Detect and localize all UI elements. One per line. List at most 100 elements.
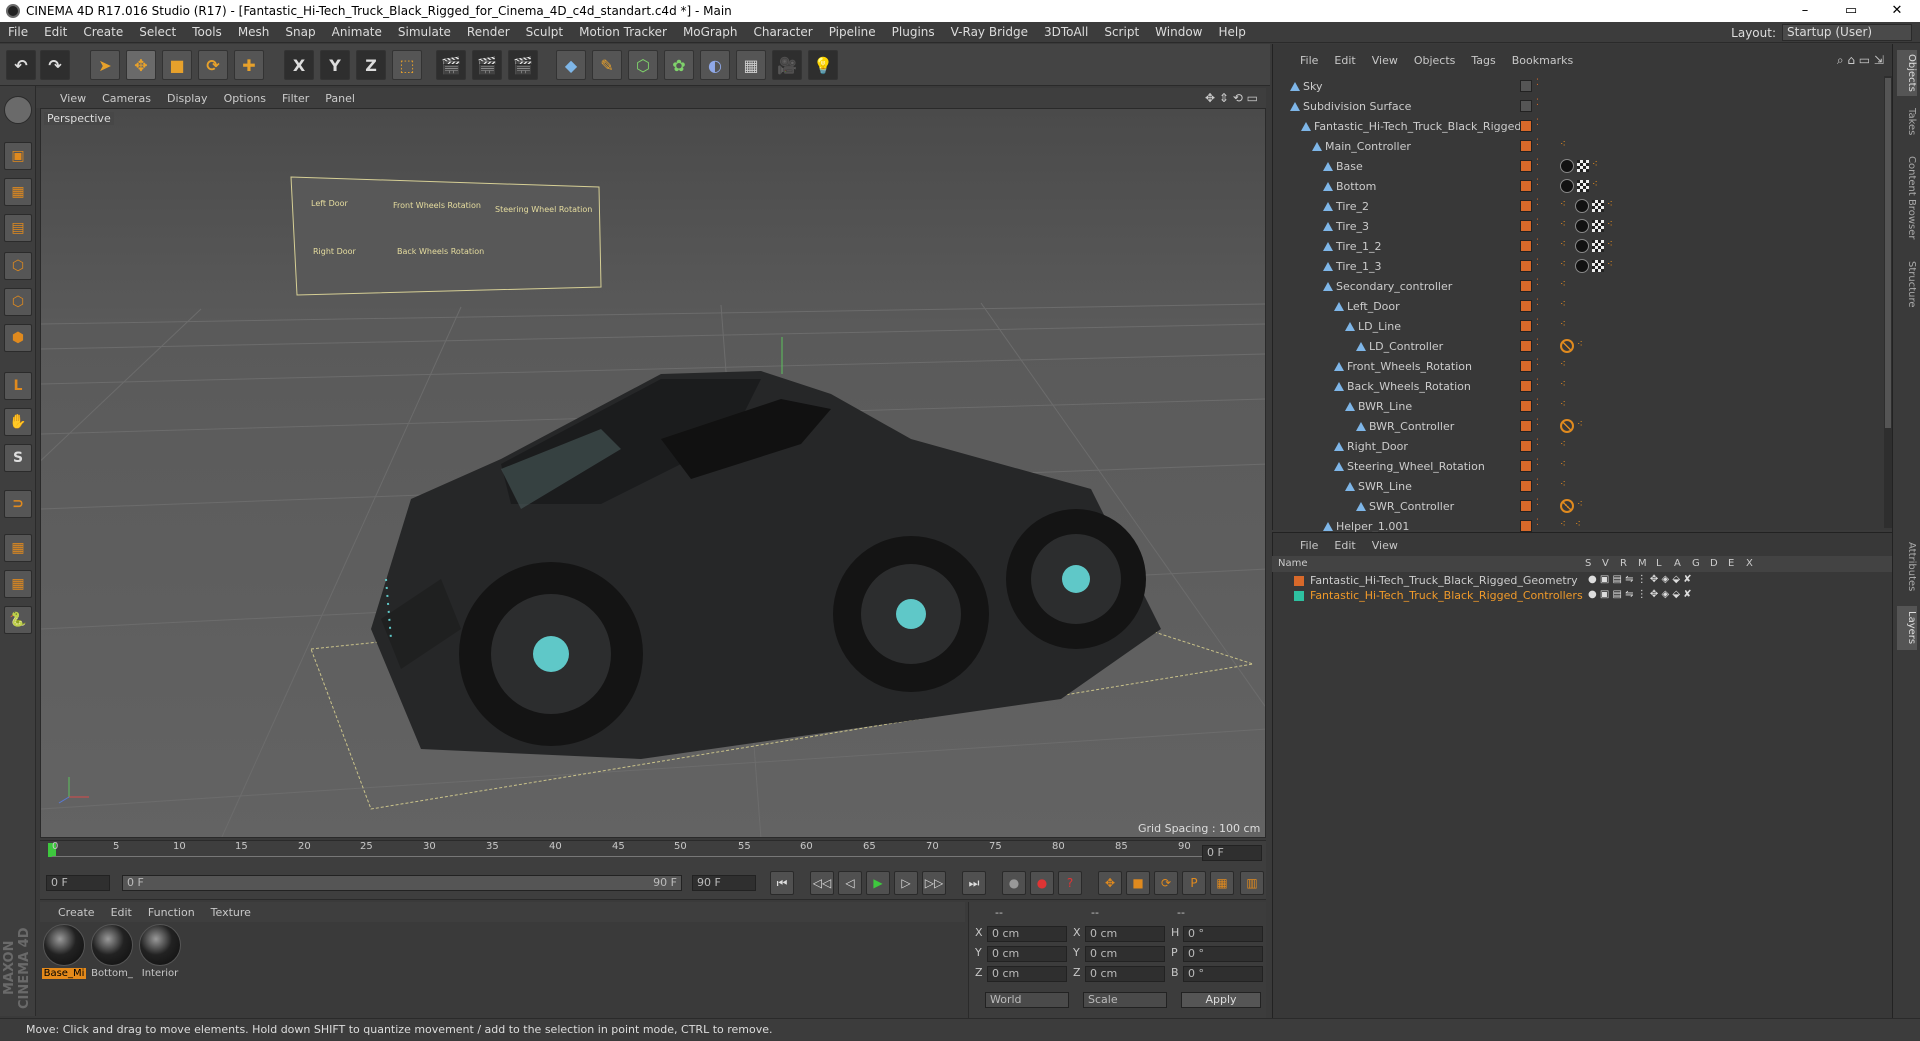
- visibility-dots-icon[interactable]: ⁚: [1536, 139, 1540, 152]
- visibility-dots-icon[interactable]: ⁚: [1536, 279, 1540, 292]
- deformer-icon[interactable]: ◐: [700, 50, 730, 80]
- menu-script[interactable]: Script: [1096, 25, 1147, 39]
- menu-character[interactable]: Character: [745, 25, 820, 39]
- objects-menu-edit[interactable]: Edit: [1326, 54, 1363, 67]
- menu-motion-tracker[interactable]: Motion Tracker: [571, 25, 675, 39]
- pen-spline-icon[interactable]: ✎: [592, 50, 622, 80]
- layer-color-tag[interactable]: [1520, 380, 1532, 392]
- texture-tag-icon[interactable]: [1592, 240, 1604, 252]
- protection-tag-icon[interactable]: ⁖: [1560, 480, 1572, 490]
- material-menu-create[interactable]: Create: [40, 906, 103, 919]
- menu-plugins[interactable]: Plugins: [884, 25, 943, 39]
- menu-snap[interactable]: Snap: [277, 25, 323, 39]
- key-pla-icon[interactable]: ▦: [1210, 871, 1234, 895]
- mograph-cloner-icon[interactable]: ✿: [664, 50, 694, 80]
- menu-help[interactable]: Help: [1210, 25, 1253, 39]
- protection-tag-icon[interactable]: ⁖: [1577, 500, 1589, 510]
- protection-tag-icon[interactable]: ⁖: [1560, 380, 1572, 390]
- layer-row[interactable]: Fantastic_Hi-Tech_Truck_Black_Rigged_Con…: [1272, 589, 1892, 604]
- object-row[interactable]: LD_Controller ⁚ ⁖: [1272, 336, 1884, 356]
- visibility-dots-icon[interactable]: ⁚: [1536, 299, 1540, 312]
- apply-button[interactable]: Apply: [1181, 992, 1261, 1008]
- menu-sculpt[interactable]: Sculpt: [518, 25, 571, 39]
- object-row[interactable]: Tire_1_3 ⁚ ⁖ ⁖: [1272, 256, 1884, 276]
- edges-mode-icon[interactable]: ⬡: [4, 288, 32, 316]
- object-row[interactable]: BWR_Line ⁚ ⁖: [1272, 396, 1884, 416]
- visibility-dots-icon[interactable]: ⁚: [1536, 259, 1540, 272]
- objects-menu-bookmarks[interactable]: Bookmarks: [1504, 54, 1581, 67]
- timeline-window-icon[interactable]: ▥: [1240, 871, 1264, 895]
- object-row[interactable]: Right_Door ⁚ ⁖: [1272, 436, 1884, 456]
- close-button[interactable]: ✕: [1874, 0, 1920, 22]
- object-row[interactable]: Left_Door ⁚ ⁖: [1272, 296, 1884, 316]
- material-menu-function[interactable]: Function: [140, 906, 203, 919]
- objects-menu-objects[interactable]: Objects: [1406, 54, 1464, 67]
- scale-tool-icon[interactable]: ■: [162, 50, 192, 80]
- size-z-field[interactable]: 0 cm: [1085, 966, 1165, 982]
- layer-color-tag[interactable]: [1520, 100, 1532, 112]
- constraint-tag-icon[interactable]: [1560, 339, 1574, 353]
- render-view-icon[interactable]: 🎬: [436, 50, 466, 80]
- select-tool-icon[interactable]: ➤: [90, 50, 120, 80]
- menu-tools[interactable]: Tools: [184, 25, 230, 39]
- layer-color-tag[interactable]: [1520, 360, 1532, 372]
- visibility-dots-icon[interactable]: ⁚: [1536, 79, 1540, 92]
- menu-mesh[interactable]: Mesh: [230, 25, 278, 39]
- layer-color-swatch[interactable]: [1294, 576, 1304, 586]
- material-tag-icon[interactable]: [1575, 219, 1589, 233]
- make-editable-icon[interactable]: [4, 96, 32, 124]
- protection-tag-icon[interactable]: ⁖: [1575, 520, 1587, 530]
- visibility-dots-icon[interactable]: ⁚: [1536, 419, 1540, 432]
- visibility-dots-icon[interactable]: ⁚: [1536, 499, 1540, 512]
- viewport-menu-options[interactable]: Options: [216, 92, 274, 105]
- layer-color-tag[interactable]: [1520, 460, 1532, 472]
- model-mode-icon[interactable]: ▣: [4, 142, 32, 170]
- light-icon[interactable]: 💡: [808, 50, 838, 80]
- preview-range-slider[interactable]: 0 F 90 F: [122, 875, 682, 891]
- coordinate-system-icon[interactable]: ⬚: [392, 50, 422, 80]
- layers-menu-edit[interactable]: Edit: [1326, 539, 1363, 552]
- minimize-button[interactable]: –: [1782, 0, 1828, 22]
- texture-mode-icon[interactable]: ▦: [4, 178, 32, 206]
- object-row[interactable]: Front_Wheels_Rotation ⁚ ⁖: [1272, 356, 1884, 376]
- tab-objects[interactable]: Objects: [1897, 50, 1917, 96]
- protection-tag-icon[interactable]: ⁖: [1560, 140, 1572, 150]
- viewport-menu-filter[interactable]: Filter: [274, 92, 317, 105]
- size-mode-dropdown[interactable]: Scale: [1083, 992, 1167, 1008]
- points-mode-icon[interactable]: ⬡: [4, 252, 32, 280]
- protection-tag-icon[interactable]: ⁖: [1560, 240, 1572, 250]
- layout-dropdown[interactable]: Startup (User): [1782, 24, 1912, 41]
- start-frame-field[interactable]: 0 F: [46, 875, 110, 891]
- layer-color-tag[interactable]: [1520, 500, 1532, 512]
- material-menu-texture[interactable]: Texture: [203, 906, 259, 919]
- visibility-dots-icon[interactable]: ⁚: [1536, 339, 1540, 352]
- object-row[interactable]: Steering_Wheel_Rotation ⁚ ⁖: [1272, 456, 1884, 476]
- x-axis-lock-icon[interactable]: X: [284, 50, 314, 80]
- 3d-viewport[interactable]: Left Door Front Wheels Rotation Steering…: [40, 108, 1266, 838]
- rotate-tool-icon[interactable]: ⟳: [198, 50, 228, 80]
- visibility-dots-icon[interactable]: ⁚: [1536, 379, 1540, 392]
- previous-frame-icon[interactable]: ◁: [838, 871, 862, 895]
- material-tag-icon[interactable]: [1560, 179, 1574, 193]
- rotation-b-field[interactable]: 0 °: [1183, 966, 1263, 982]
- tweak-mode-icon[interactable]: ✋: [4, 408, 32, 436]
- menu-simulate[interactable]: Simulate: [390, 25, 459, 39]
- material-tag-icon[interactable]: [1575, 239, 1589, 253]
- layer-color-tag[interactable]: [1520, 160, 1532, 172]
- protection-tag-icon[interactable]: ⁖: [1560, 260, 1572, 270]
- menu-window[interactable]: Window: [1147, 25, 1210, 39]
- layer-toggle-icons[interactable]: ● ▣ ▤ ⇋ ⋮ ✥ ◈ ⬙ ✘: [1588, 589, 1692, 600]
- tab-layers[interactable]: Layers: [1897, 606, 1917, 650]
- material-swatch[interactable]: Base_Mi: [42, 924, 86, 979]
- size-y-field[interactable]: 0 cm: [1085, 946, 1165, 962]
- object-row[interactable]: Tire_1_2 ⁚ ⁖ ⁖: [1272, 236, 1884, 256]
- material-swatch[interactable]: Bottom_: [90, 924, 134, 979]
- key-scale-icon[interactable]: ■: [1126, 871, 1150, 895]
- z-axis-lock-icon[interactable]: Z: [356, 50, 386, 80]
- position-x-field[interactable]: 0 cm: [987, 926, 1067, 942]
- snap-icon[interactable]: S: [4, 444, 32, 472]
- layer-color-tag[interactable]: [1520, 440, 1532, 452]
- record-keys-icon[interactable]: ●: [1002, 871, 1026, 895]
- protection-tag-icon[interactable]: ⁖: [1607, 260, 1619, 270]
- next-key-icon[interactable]: ▷▷: [922, 871, 946, 895]
